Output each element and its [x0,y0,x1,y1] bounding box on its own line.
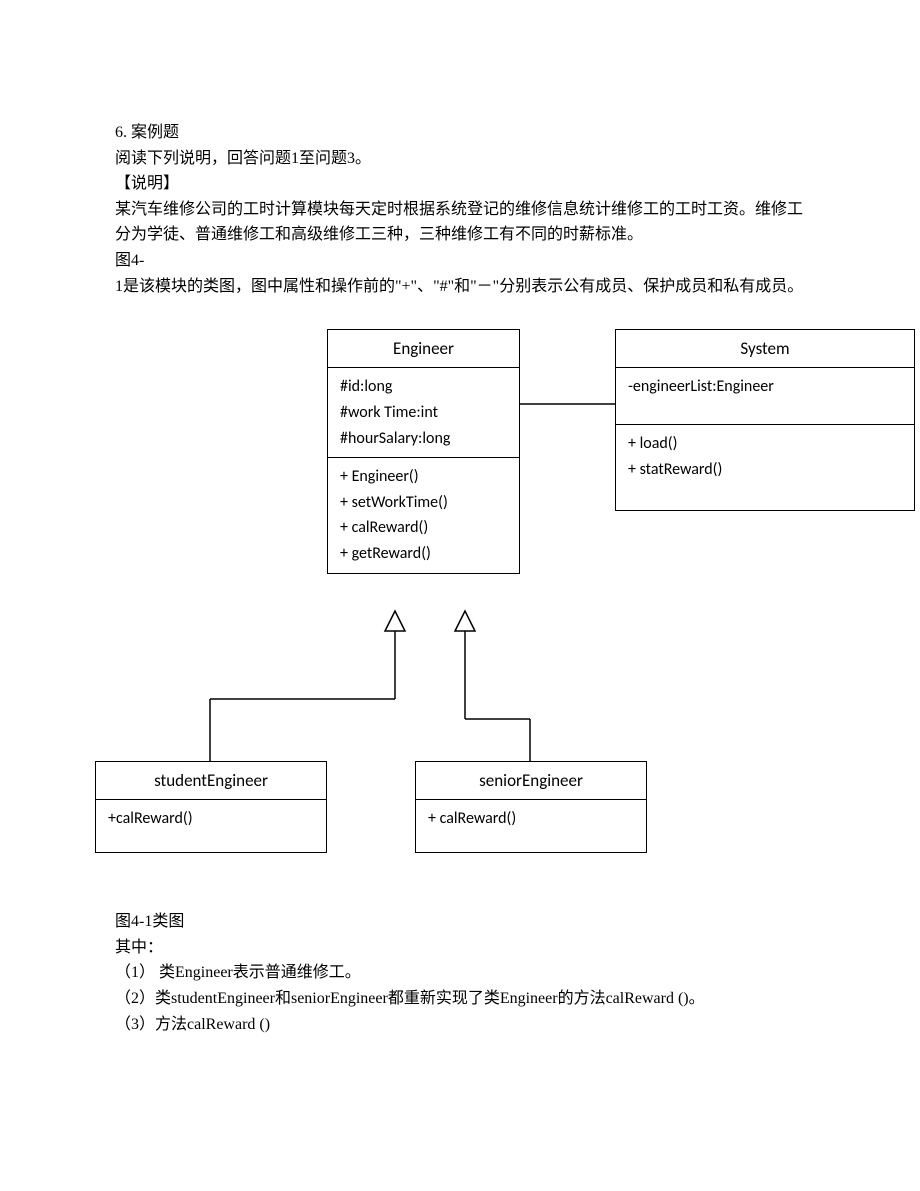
class-senior-name: seniorEngineer [416,762,646,799]
class-system-ops: + load() + statReward() [616,424,914,510]
attr: #work Time:int [340,400,507,426]
op: + statReward() [628,457,902,483]
footer-line: （1） 类Engineer表示普通维修工。 [115,960,805,986]
class-engineer-name: Engineer [328,330,519,367]
footer-line: （2）类studentEngineer和seniorEngineer都重新实现了… [115,986,805,1012]
class-engineer: Engineer #id:long #work Time:int #hourSa… [327,329,520,573]
class-student-ops: +calReward() [96,799,326,852]
footer-line: 其中： [115,935,805,961]
op: + load() [628,431,902,457]
op: + calReward() [428,806,634,832]
attr: #id:long [340,374,507,400]
class-engineer-ops: + Engineer() + setWorkTime() + calReward… [328,457,519,572]
op: +calReward() [108,806,314,832]
question-number: 6. 案例题 [115,120,805,146]
class-system: System -engineerList:Engineer + load() +… [615,329,915,511]
class-student-engineer: studentEngineer +calReward() [95,761,327,853]
op: + setWorkTime() [340,490,507,516]
attr: -engineerList:Engineer [628,374,902,400]
class-engineer-attrs: #id:long #work Time:int #hourSalary:long [328,367,519,457]
footer-line: （3）方法calReward () [115,1012,805,1038]
description-1: 某汽车维修公司的工时计算模块每天定时根据系统登记的维修信息统计维修工的工时工资。… [115,197,805,248]
class-system-name: System [616,330,914,367]
question-text: 6. 案例题 阅读下列说明，回答问题1至问题3。 【说明】 某汽车维修公司的工时… [115,120,805,299]
op: + getReward() [340,541,507,567]
page: 6. 案例题 阅读下列说明，回答问题1至问题3。 【说明】 某汽车维修公司的工时… [0,0,920,1191]
uml-diagram: Engineer #id:long #work Time:int #hourSa… [115,319,805,879]
class-student-name: studentEngineer [96,762,326,799]
figure-ref: 图4- [115,248,805,274]
op: + Engineer() [340,464,507,490]
attr: #hourSalary:long [340,426,507,452]
op: + calReward() [340,515,507,541]
class-senior-ops: + calReward() [416,799,646,852]
footer-text: 图4-1类图 其中： （1） 类Engineer表示普通维修工。 （2）类stu… [115,909,805,1037]
question-instruction: 阅读下列说明，回答问题1至问题3。 [115,146,805,172]
description-2: 1是该模块的类图，图中属性和操作前的"+"、"#"和"－"分别表示公有成员、保护… [115,274,805,300]
section-label: 【说明】 [115,171,805,197]
figure-caption: 图4-1类图 [115,909,805,935]
class-system-attrs: -engineerList:Engineer [616,367,914,424]
class-senior-engineer: seniorEngineer + calReward() [415,761,647,853]
